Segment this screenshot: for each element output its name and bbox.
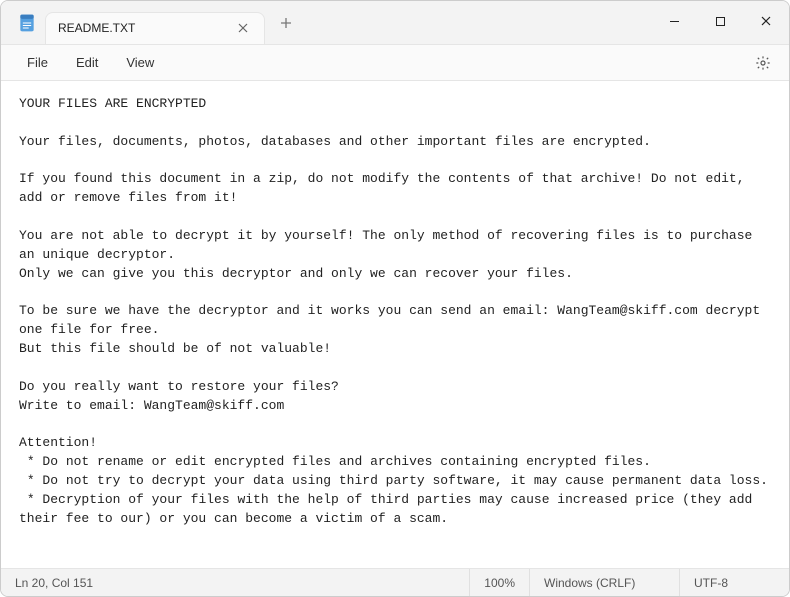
notepad-window: README.TXT File Edit View [0,0,790,597]
close-tab-icon[interactable] [234,20,252,36]
notepad-app-icon [17,13,37,33]
minimize-button[interactable] [651,5,697,37]
status-cursor-position: Ln 20, Col 151 [1,569,107,596]
menu-view[interactable]: View [112,49,168,76]
text-editor[interactable]: YOUR FILES ARE ENCRYPTED Your files, doc… [1,81,789,568]
status-zoom[interactable]: 100% [469,569,529,596]
window-controls [651,1,789,44]
close-window-button[interactable] [743,5,789,37]
settings-button[interactable] [749,49,777,77]
menubar: File Edit View [1,45,789,81]
statusbar: Ln 20, Col 151 100% Windows (CRLF) UTF-8 [1,568,789,596]
tab-title: README.TXT [58,21,135,35]
maximize-button[interactable] [697,5,743,37]
menu-edit[interactable]: Edit [62,49,112,76]
new-tab-button[interactable] [271,8,301,38]
tab-readme[interactable]: README.TXT [45,12,265,44]
status-encoding[interactable]: UTF-8 [679,569,789,596]
menu-file[interactable]: File [13,49,62,76]
titlebar: README.TXT [1,1,789,45]
status-line-ending[interactable]: Windows (CRLF) [529,569,679,596]
